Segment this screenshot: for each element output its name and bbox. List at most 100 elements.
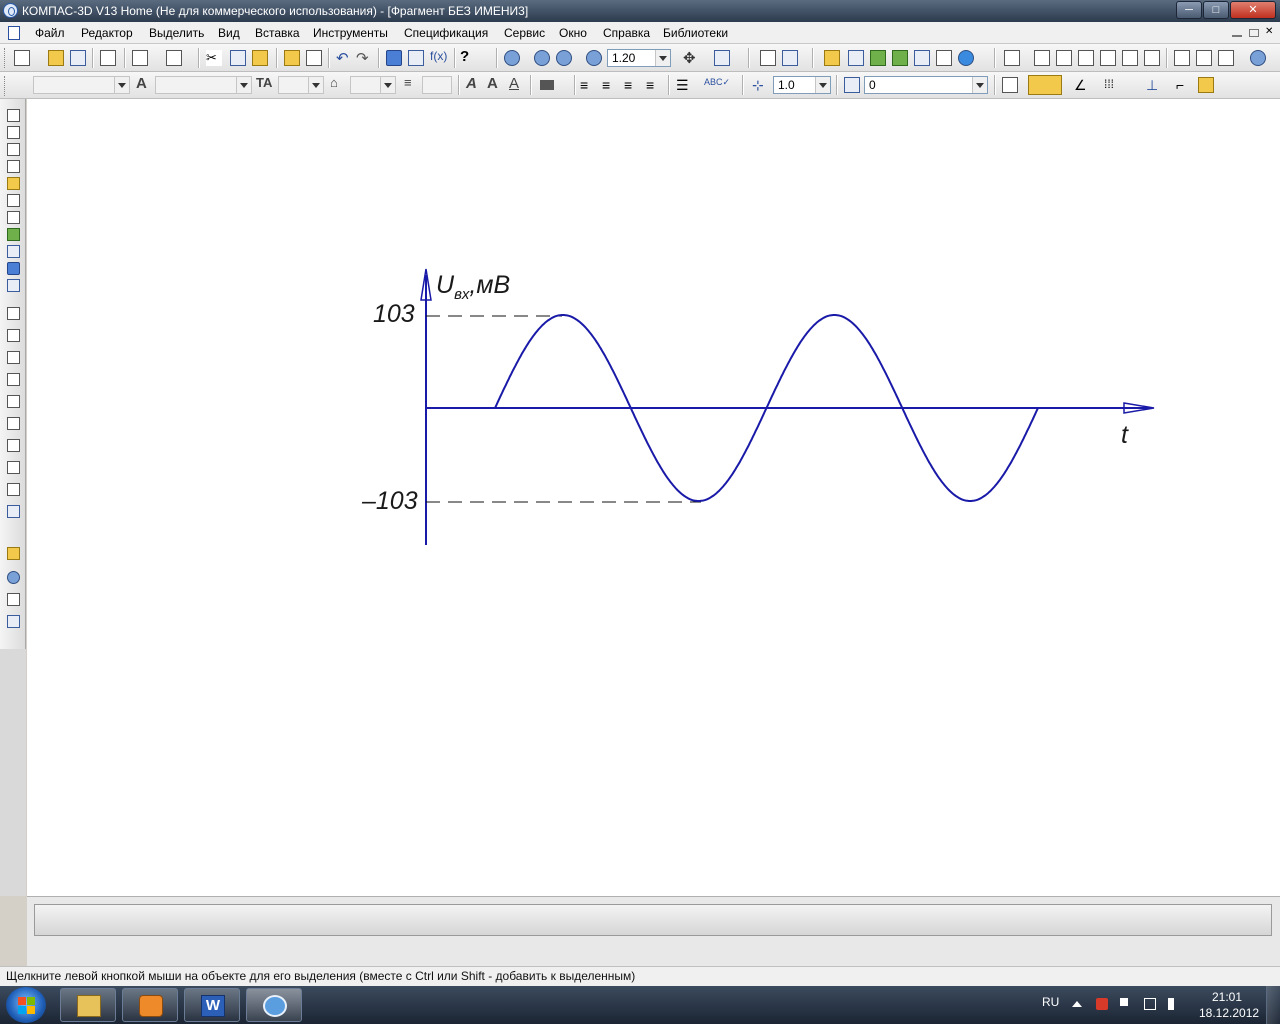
paste-icon[interactable] xyxy=(252,50,268,66)
menu-specification[interactable]: Спецификация xyxy=(404,26,488,40)
axis-icon[interactable] xyxy=(7,615,20,628)
menu-window[interactable]: Окно xyxy=(559,26,587,40)
document-properties-icon[interactable] xyxy=(760,50,776,66)
graph-drawing[interactable]: Uвх,мВ t 103 –103 xyxy=(27,99,1280,896)
grid-icon[interactable]: ⁞⁞⁞ xyxy=(1104,77,1120,93)
snap-points-icon[interactable] xyxy=(1198,77,1214,93)
chevron-down-icon[interactable] xyxy=(815,77,830,93)
align-center-icon[interactable]: ≡ xyxy=(602,77,618,93)
taskbar-kompas[interactable] xyxy=(246,988,302,1022)
properties-icon[interactable] xyxy=(306,50,322,66)
editing-icon[interactable] xyxy=(7,160,20,173)
zoom-window-icon[interactable] xyxy=(504,50,520,66)
table-tool-icon[interactable] xyxy=(7,329,20,342)
menu-libraries[interactable]: Библиотеки xyxy=(663,26,728,40)
close-button[interactable]: ✕ xyxy=(1230,1,1276,19)
volume-icon[interactable] xyxy=(1168,998,1174,1010)
text-color-icon[interactable] xyxy=(540,80,554,90)
leader-icon[interactable] xyxy=(7,395,20,408)
wave-icon[interactable] xyxy=(7,593,20,606)
chevron-down-icon[interactable] xyxy=(380,77,395,93)
taskbar-media-player[interactable] xyxy=(122,988,178,1022)
open-icon[interactable] xyxy=(48,50,64,66)
window-arrange-icon[interactable] xyxy=(1218,50,1234,66)
undo-icon[interactable]: ↶ xyxy=(336,49,352,67)
help-pointer-icon[interactable]: ? xyxy=(460,48,476,65)
mdi-restore-icon[interactable] xyxy=(1249,29,1259,37)
eraser-icon[interactable] xyxy=(1002,77,1018,93)
page-setup-icon[interactable] xyxy=(166,50,182,66)
chevron-down-icon[interactable] xyxy=(655,50,670,66)
stamp-icon[interactable] xyxy=(1056,50,1072,66)
narrowing-combo[interactable] xyxy=(350,76,396,94)
layer-combo[interactable]: 0 xyxy=(864,76,988,94)
manager-icon[interactable] xyxy=(386,50,402,66)
sheet-icon[interactable] xyxy=(1100,50,1116,66)
menu-tools[interactable]: Инструменты xyxy=(313,26,388,40)
report-icon[interactable] xyxy=(1078,50,1094,66)
kompas-app-icon[interactable] xyxy=(3,3,18,18)
layer-icon[interactable] xyxy=(844,77,860,93)
language-indicator[interactable]: RU xyxy=(1042,995,1059,1009)
table-icon[interactable] xyxy=(1034,50,1050,66)
clock-time[interactable]: 21:01 xyxy=(1210,990,1244,1004)
font-style-combo[interactable] xyxy=(155,76,252,94)
calculator-icon[interactable] xyxy=(914,50,930,66)
cut-icon[interactable]: ✂ xyxy=(206,50,222,66)
angle-snap-icon[interactable]: ∠ xyxy=(1074,77,1090,93)
local-cs-icon[interactable]: ⊥ xyxy=(1146,77,1162,93)
toolbar-grip[interactable] xyxy=(4,76,8,96)
tolerance-icon[interactable] xyxy=(7,439,20,452)
roughness-icon[interactable] xyxy=(7,351,20,364)
ortho-icon[interactable]: ⌐ xyxy=(1176,77,1192,93)
tools-icon[interactable] xyxy=(936,50,952,66)
align-right-icon[interactable]: ≡ xyxy=(624,77,640,93)
text-tool-icon[interactable] xyxy=(7,307,20,320)
window-cascade-icon[interactable] xyxy=(1174,50,1190,66)
target-icon[interactable] xyxy=(7,571,20,584)
show-desktop-button[interactable] xyxy=(1266,986,1280,1024)
step-combo[interactable]: 1.0 xyxy=(773,76,831,94)
chevron-down-icon[interactable] xyxy=(308,77,323,93)
list-icon[interactable]: ☰ xyxy=(676,77,692,93)
maximize-button[interactable]: □ xyxy=(1203,1,1229,19)
insert-icon[interactable] xyxy=(7,279,20,292)
spellcheck-icon[interactable]: ABC✓ xyxy=(704,77,730,93)
align-justify-icon[interactable]: ≡ xyxy=(646,77,662,93)
associative-views-icon[interactable] xyxy=(7,228,20,241)
new-document-icon[interactable] xyxy=(14,50,30,66)
view-arrow-icon[interactable] xyxy=(7,483,20,496)
start-button[interactable] xyxy=(6,987,46,1023)
action-center-flag-icon[interactable] xyxy=(1120,998,1132,1006)
save-icon[interactable] xyxy=(70,50,86,66)
bold-icon[interactable]: A xyxy=(487,75,498,92)
menu-file[interactable]: Файл xyxy=(35,26,65,40)
base-icon[interactable] xyxy=(7,373,20,386)
chevron-down-icon[interactable] xyxy=(972,77,987,93)
minimize-button[interactable]: ─ xyxy=(1176,1,1202,19)
selection-icon[interactable] xyxy=(7,211,20,224)
zoom-scale-combo[interactable]: 1.20 xyxy=(607,49,671,67)
chevron-down-icon[interactable] xyxy=(114,77,129,93)
designations-icon[interactable] xyxy=(7,143,20,156)
tray-expand-icon[interactable] xyxy=(1072,1001,1082,1007)
window-tile-icon[interactable] xyxy=(1196,50,1212,66)
antivirus-icon[interactable] xyxy=(1096,998,1108,1010)
text-toolbar-icon[interactable] xyxy=(1004,50,1020,66)
menu-service[interactable]: Сервис xyxy=(504,26,545,40)
lightning-icon[interactable] xyxy=(7,547,20,560)
menu-select[interactable]: Выделить xyxy=(149,26,204,40)
redo-icon[interactable]: ↷ xyxy=(356,49,372,67)
snap-magnet-icon[interactable] xyxy=(1028,75,1062,95)
chevron-down-icon[interactable] xyxy=(236,77,251,93)
line-spacing-field[interactable] xyxy=(422,76,452,94)
tree-icon[interactable] xyxy=(782,50,798,66)
reports-icon[interactable] xyxy=(7,262,20,275)
italic-icon[interactable]: A xyxy=(466,75,477,92)
zoom-in-icon[interactable] xyxy=(534,50,550,66)
view-manager-icon[interactable] xyxy=(848,50,864,66)
grid-step-icon[interactable]: ⊹ xyxy=(752,77,768,93)
menu-view[interactable]: Вид xyxy=(218,26,240,40)
document-icon[interactable] xyxy=(8,26,20,40)
taskbar-word[interactable]: W xyxy=(184,988,240,1022)
